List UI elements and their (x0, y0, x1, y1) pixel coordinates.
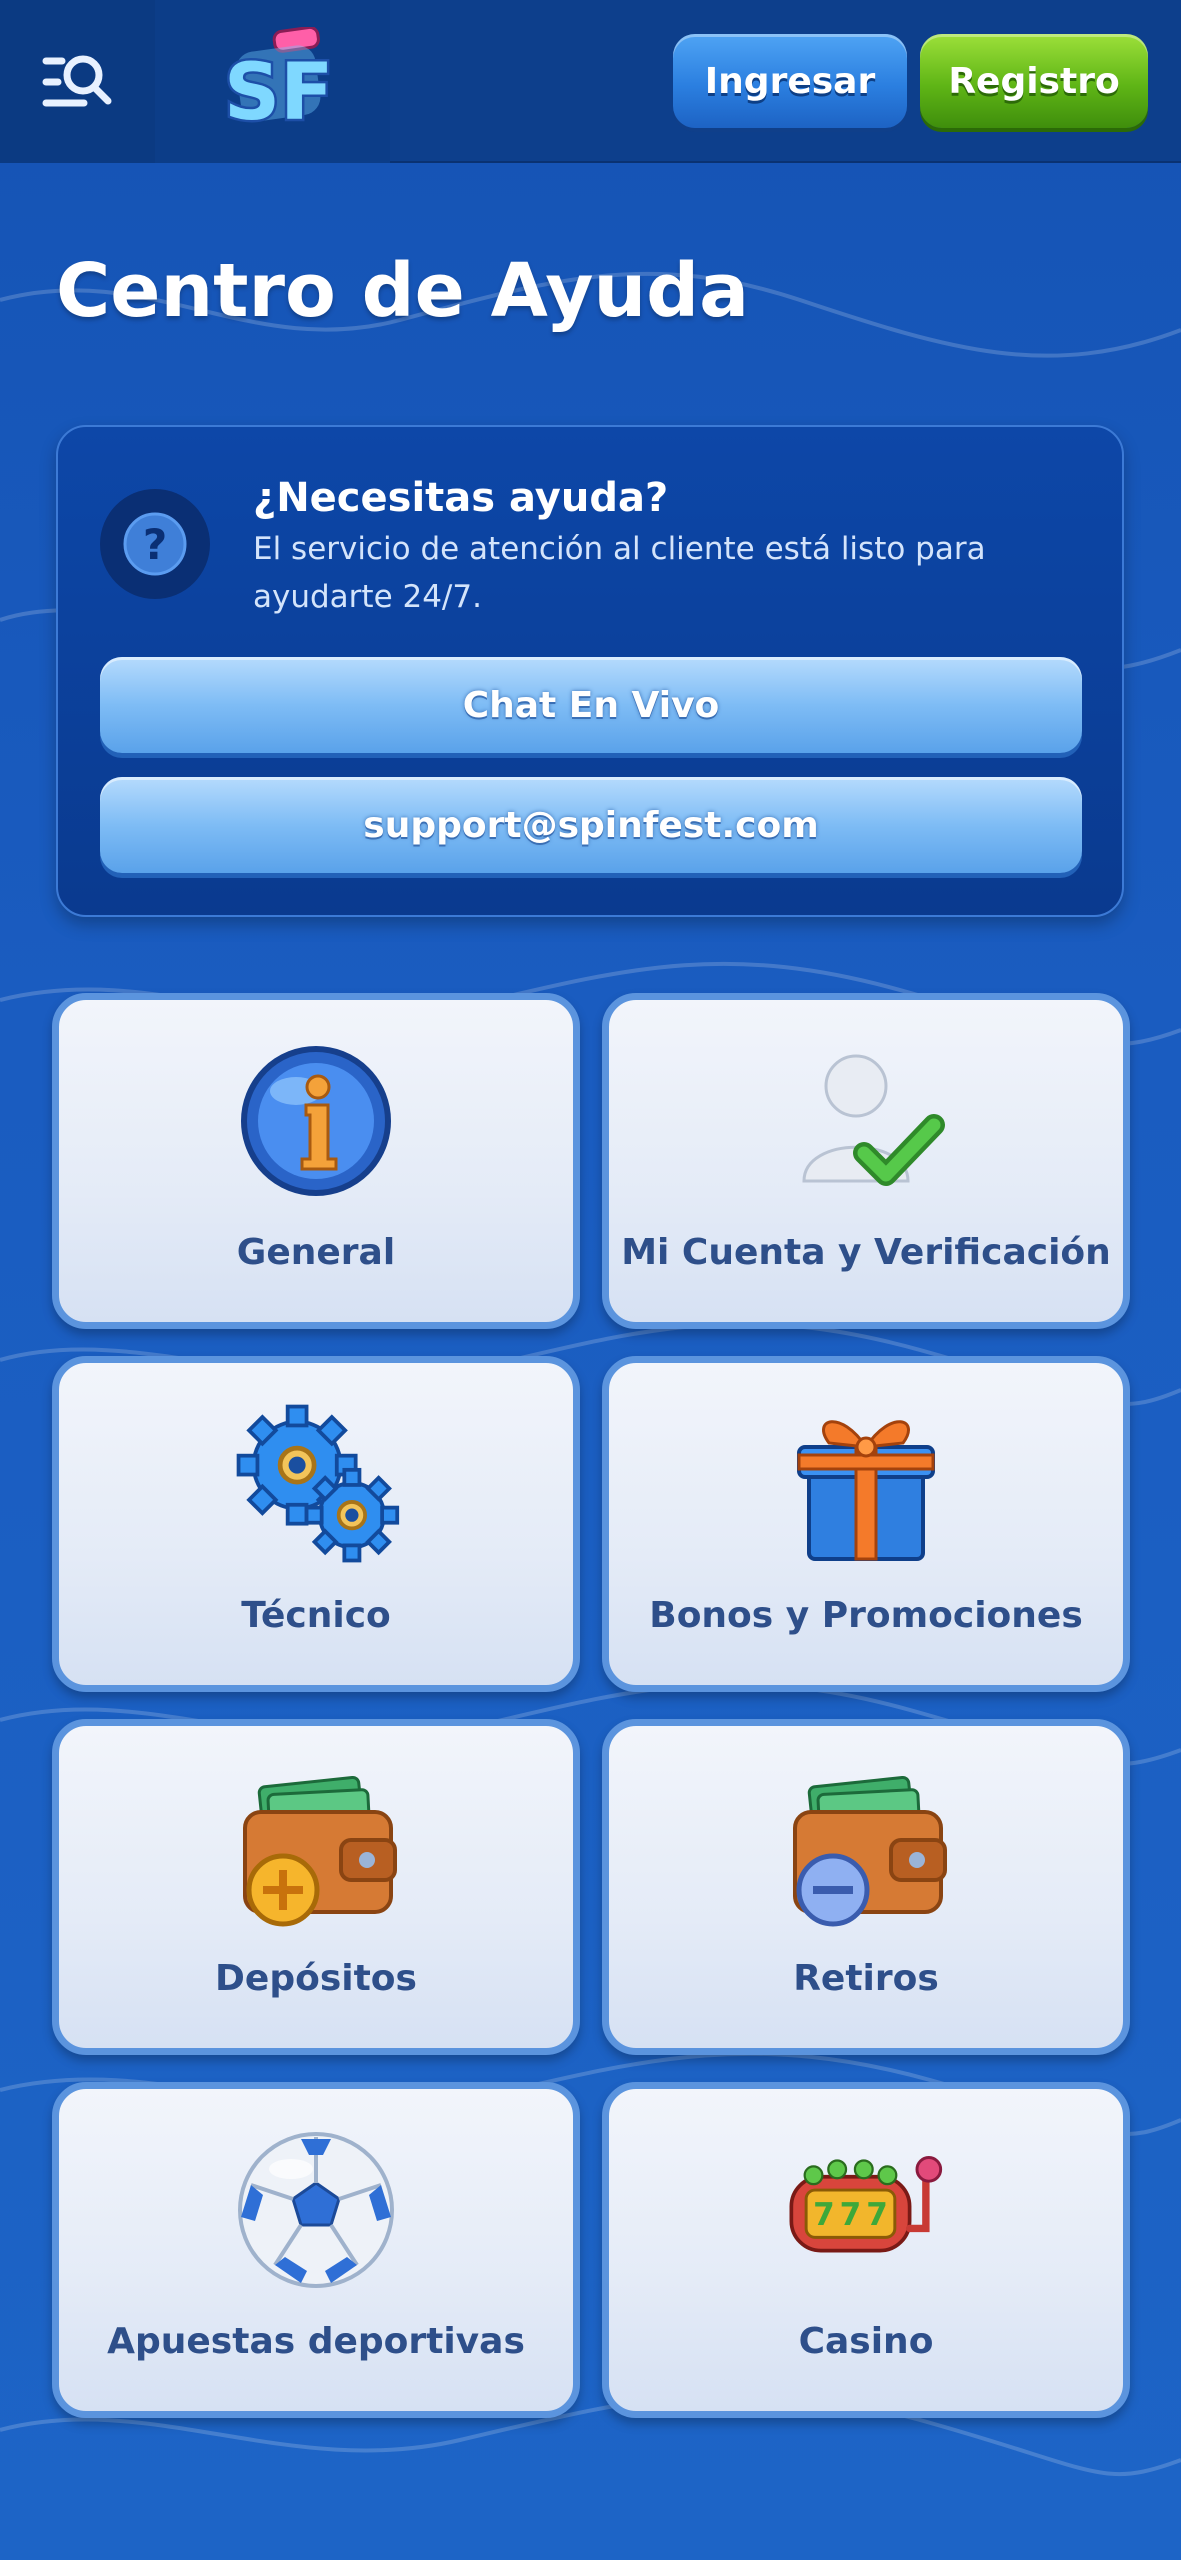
category-label: Depósitos (215, 1958, 417, 1999)
category-bonuses-promotions[interactable]: Bonos y Promociones (602, 1356, 1130, 1692)
category-general[interactable]: General (52, 993, 580, 1329)
category-deposits[interactable]: Depósitos (52, 1719, 580, 2055)
menu-search-icon (42, 55, 111, 106)
category-sports-betting[interactable]: Apuestas deportivas (52, 2082, 580, 2418)
help-description: El servicio de atención al cliente está … (253, 531, 986, 615)
logo-icon: SF (221, 26, 335, 137)
menu-search-button[interactable] (0, 0, 155, 163)
soccer-ball-icon (231, 2125, 401, 2295)
live-chat-button[interactable]: Chat En Vivo (100, 657, 1082, 753)
slot-machine-icon: 777 (781, 2125, 951, 2295)
help-heading: ¿Necesitas ayuda? (253, 475, 669, 521)
support-email-button[interactable]: support@spinfest.com (100, 777, 1082, 873)
category-label: Casino (798, 2321, 934, 2362)
user-check-icon (781, 1036, 951, 1206)
login-button[interactable]: Ingresar (673, 34, 907, 128)
category-withdrawals[interactable]: Retiros (602, 1719, 1130, 2055)
category-label: Retiros (793, 1958, 939, 1999)
wallet-minus-icon (781, 1762, 951, 1932)
top-header: SF Ingresar Registro (0, 0, 1181, 163)
spinfest-logo[interactable]: SF (155, 0, 390, 163)
svg-text:?: ? (143, 520, 167, 569)
category-label: Mi Cuenta y Verificación (621, 1232, 1111, 1273)
question-icon: ? (100, 489, 210, 599)
info-icon (231, 1036, 401, 1206)
help-card: ? ¿Necesitas ayuda? El servicio de atenc… (56, 425, 1124, 917)
gift-icon (781, 1399, 951, 1569)
gears-icon (231, 1399, 401, 1569)
category-account-verification[interactable]: Mi Cuenta y Verificación (602, 993, 1130, 1329)
svg-text:7: 7 (813, 2197, 835, 2233)
category-label: Técnico (241, 1595, 391, 1636)
category-label: General (236, 1232, 396, 1273)
svg-text:7: 7 (866, 2197, 888, 2233)
category-label: Apuestas deportivas (107, 2321, 525, 2362)
wallet-plus-icon (231, 1762, 401, 1932)
category-casino[interactable]: 777 Casino (602, 2082, 1130, 2418)
category-label: Bonos y Promociones (649, 1595, 1083, 1636)
svg-text:7: 7 (840, 2197, 862, 2233)
register-button[interactable]: Registro (920, 34, 1148, 128)
category-technical[interactable]: Técnico (52, 1356, 580, 1692)
svg-text:SF: SF (224, 48, 333, 137)
page-title: Centro de Ayuda (56, 248, 750, 334)
